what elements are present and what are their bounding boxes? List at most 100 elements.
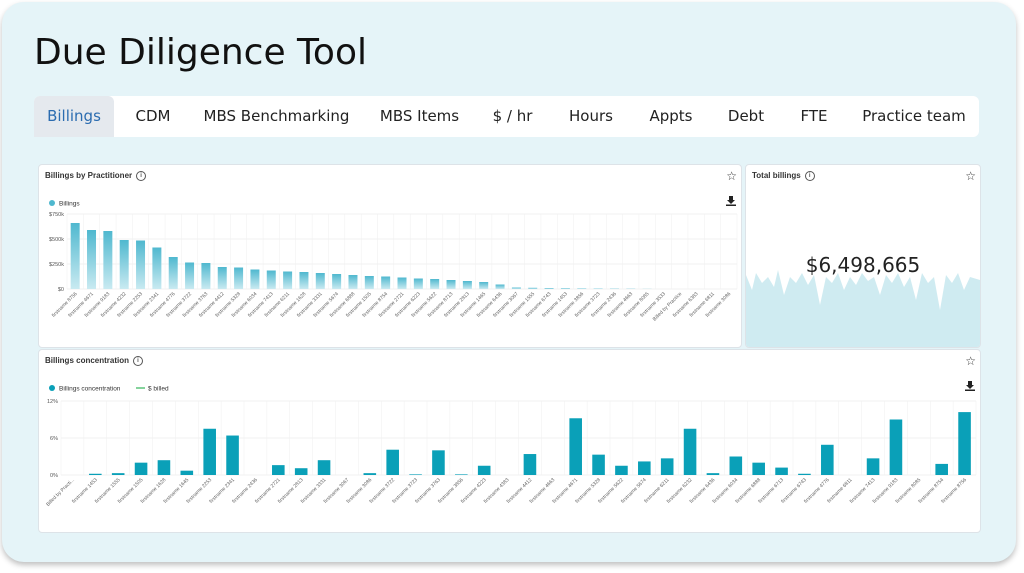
tab-mbs-items[interactable]: MBS Items — [372, 96, 467, 137]
tab-cdm[interactable]: CDM — [122, 96, 184, 137]
chart-bar — [234, 267, 244, 289]
chart-bar — [495, 284, 505, 289]
chart-bar — [89, 473, 102, 475]
chart-bar — [294, 468, 308, 475]
chart-bar — [560, 288, 570, 289]
chart-bar — [889, 419, 903, 475]
chart-bar — [592, 454, 605, 475]
chart-bar — [752, 462, 765, 475]
chart-bar — [446, 280, 456, 289]
legend-label: Billings — [59, 201, 80, 208]
chart-bar — [266, 270, 276, 289]
tab-practice-team[interactable]: Practice team — [854, 96, 974, 137]
chart-bar — [523, 454, 537, 475]
chart-bar — [201, 263, 211, 289]
chart-bar — [203, 428, 216, 475]
practitioner-bar-chart: Billings$750k$500k$250k$0firstname 8756f… — [49, 200, 738, 323]
star-icon[interactable]: ☆ — [965, 169, 976, 183]
billings-by-practitioner-card: Billings by Practitioner i ☆ Billings $750… — [38, 164, 742, 348]
total-billings-value: $6,498,665 — [805, 253, 921, 277]
y-tick-label: 12% — [47, 399, 58, 405]
chart-bar — [317, 460, 331, 475]
chart-bar — [332, 274, 342, 289]
chart-bar — [299, 272, 309, 289]
chart-bar — [706, 473, 720, 475]
chart-bar — [455, 474, 468, 475]
chart-bar — [185, 262, 195, 289]
chart-bar — [577, 288, 587, 289]
chart-bar — [70, 223, 80, 289]
card-title-text: Total billings — [752, 171, 801, 181]
tab-mbs-benchmarking[interactable]: MBS Benchmarking — [199, 96, 354, 137]
legend-label: $ billed — [148, 386, 169, 393]
chart-bar — [386, 449, 399, 475]
chart-bar — [397, 277, 407, 289]
chart-bar — [593, 288, 603, 289]
tab-billings[interactable]: Billings — [34, 96, 114, 137]
legend-marker — [49, 200, 55, 206]
chart-bar — [315, 273, 325, 289]
chart-bar — [136, 240, 146, 289]
chart-bar — [272, 465, 285, 475]
chart-bar — [462, 281, 472, 289]
chart-bar — [364, 276, 374, 289]
chart-bar — [430, 279, 440, 289]
billings-concentration-card: Billings concentration i ☆ Billings conce… — [38, 349, 981, 533]
chart-bar — [569, 418, 582, 475]
tab-fte[interactable]: FTE — [793, 96, 835, 137]
app-frame: Due Diligence Tool Billings CDM MBS Benc… — [2, 2, 1016, 562]
chart-bar — [409, 474, 422, 475]
chart-bar — [775, 467, 788, 475]
chart-bar — [729, 456, 743, 475]
chart-bar — [217, 267, 227, 289]
legend-marker — [49, 385, 55, 391]
chart-bar — [180, 470, 194, 475]
chart-bar — [432, 450, 445, 475]
chart-bar — [119, 240, 129, 289]
chart-bar — [866, 458, 880, 475]
chart-bar — [528, 287, 538, 289]
chart-bar — [363, 473, 377, 475]
chart-bar — [798, 473, 811, 475]
chart-bar — [226, 435, 239, 475]
chart-bar — [615, 465, 628, 475]
card-title-total: Total billings i — [752, 171, 815, 181]
tab-appts[interactable]: Appts — [642, 96, 700, 137]
chart-bar — [250, 269, 260, 289]
chart-bar — [111, 473, 125, 475]
y-tick-label: $0 — [58, 287, 64, 293]
info-icon[interactable]: i — [804, 171, 815, 181]
chart-bar — [683, 428, 697, 475]
chart-bar — [479, 282, 489, 289]
chart-bar — [958, 412, 971, 475]
y-tick-label: $750k — [49, 212, 64, 218]
chart-bar — [157, 460, 171, 475]
chart-bar — [168, 257, 178, 289]
tab-dollar-per-hr[interactable]: $ / hr — [484, 96, 541, 137]
tab-hours[interactable]: Hours — [561, 96, 621, 137]
chart-bar — [381, 276, 391, 289]
tab-debt[interactable]: Debt — [720, 96, 772, 137]
y-tick-label: 0% — [50, 473, 58, 479]
chart-bar — [477, 465, 491, 475]
x-tick-label: Billed by Practi... — [45, 477, 76, 508]
chart-bar — [413, 278, 423, 289]
y-tick-label: $250k — [49, 262, 64, 268]
total-billings-card: Total billings i ☆ $6,498,665 — [745, 164, 981, 348]
chart-bar — [821, 444, 834, 475]
page-title: Due Diligence Tool — [34, 32, 367, 73]
chart-bar — [660, 458, 674, 475]
chart-bar — [544, 288, 554, 289]
chart-bar — [134, 462, 148, 475]
chart-bar — [348, 275, 358, 289]
chart-bar — [103, 231, 113, 289]
tab-bar: Billings CDM MBS Benchmarking MBS Items … — [34, 96, 979, 137]
y-tick-label: $500k — [49, 237, 64, 243]
chart-bar — [87, 230, 97, 289]
chart-bar — [935, 463, 948, 475]
chart-bar — [283, 271, 293, 289]
chart-bar — [638, 461, 651, 475]
y-tick-label: 6% — [50, 436, 58, 442]
legend-label: Billings concentration — [59, 386, 121, 393]
chart-bar — [511, 287, 521, 289]
